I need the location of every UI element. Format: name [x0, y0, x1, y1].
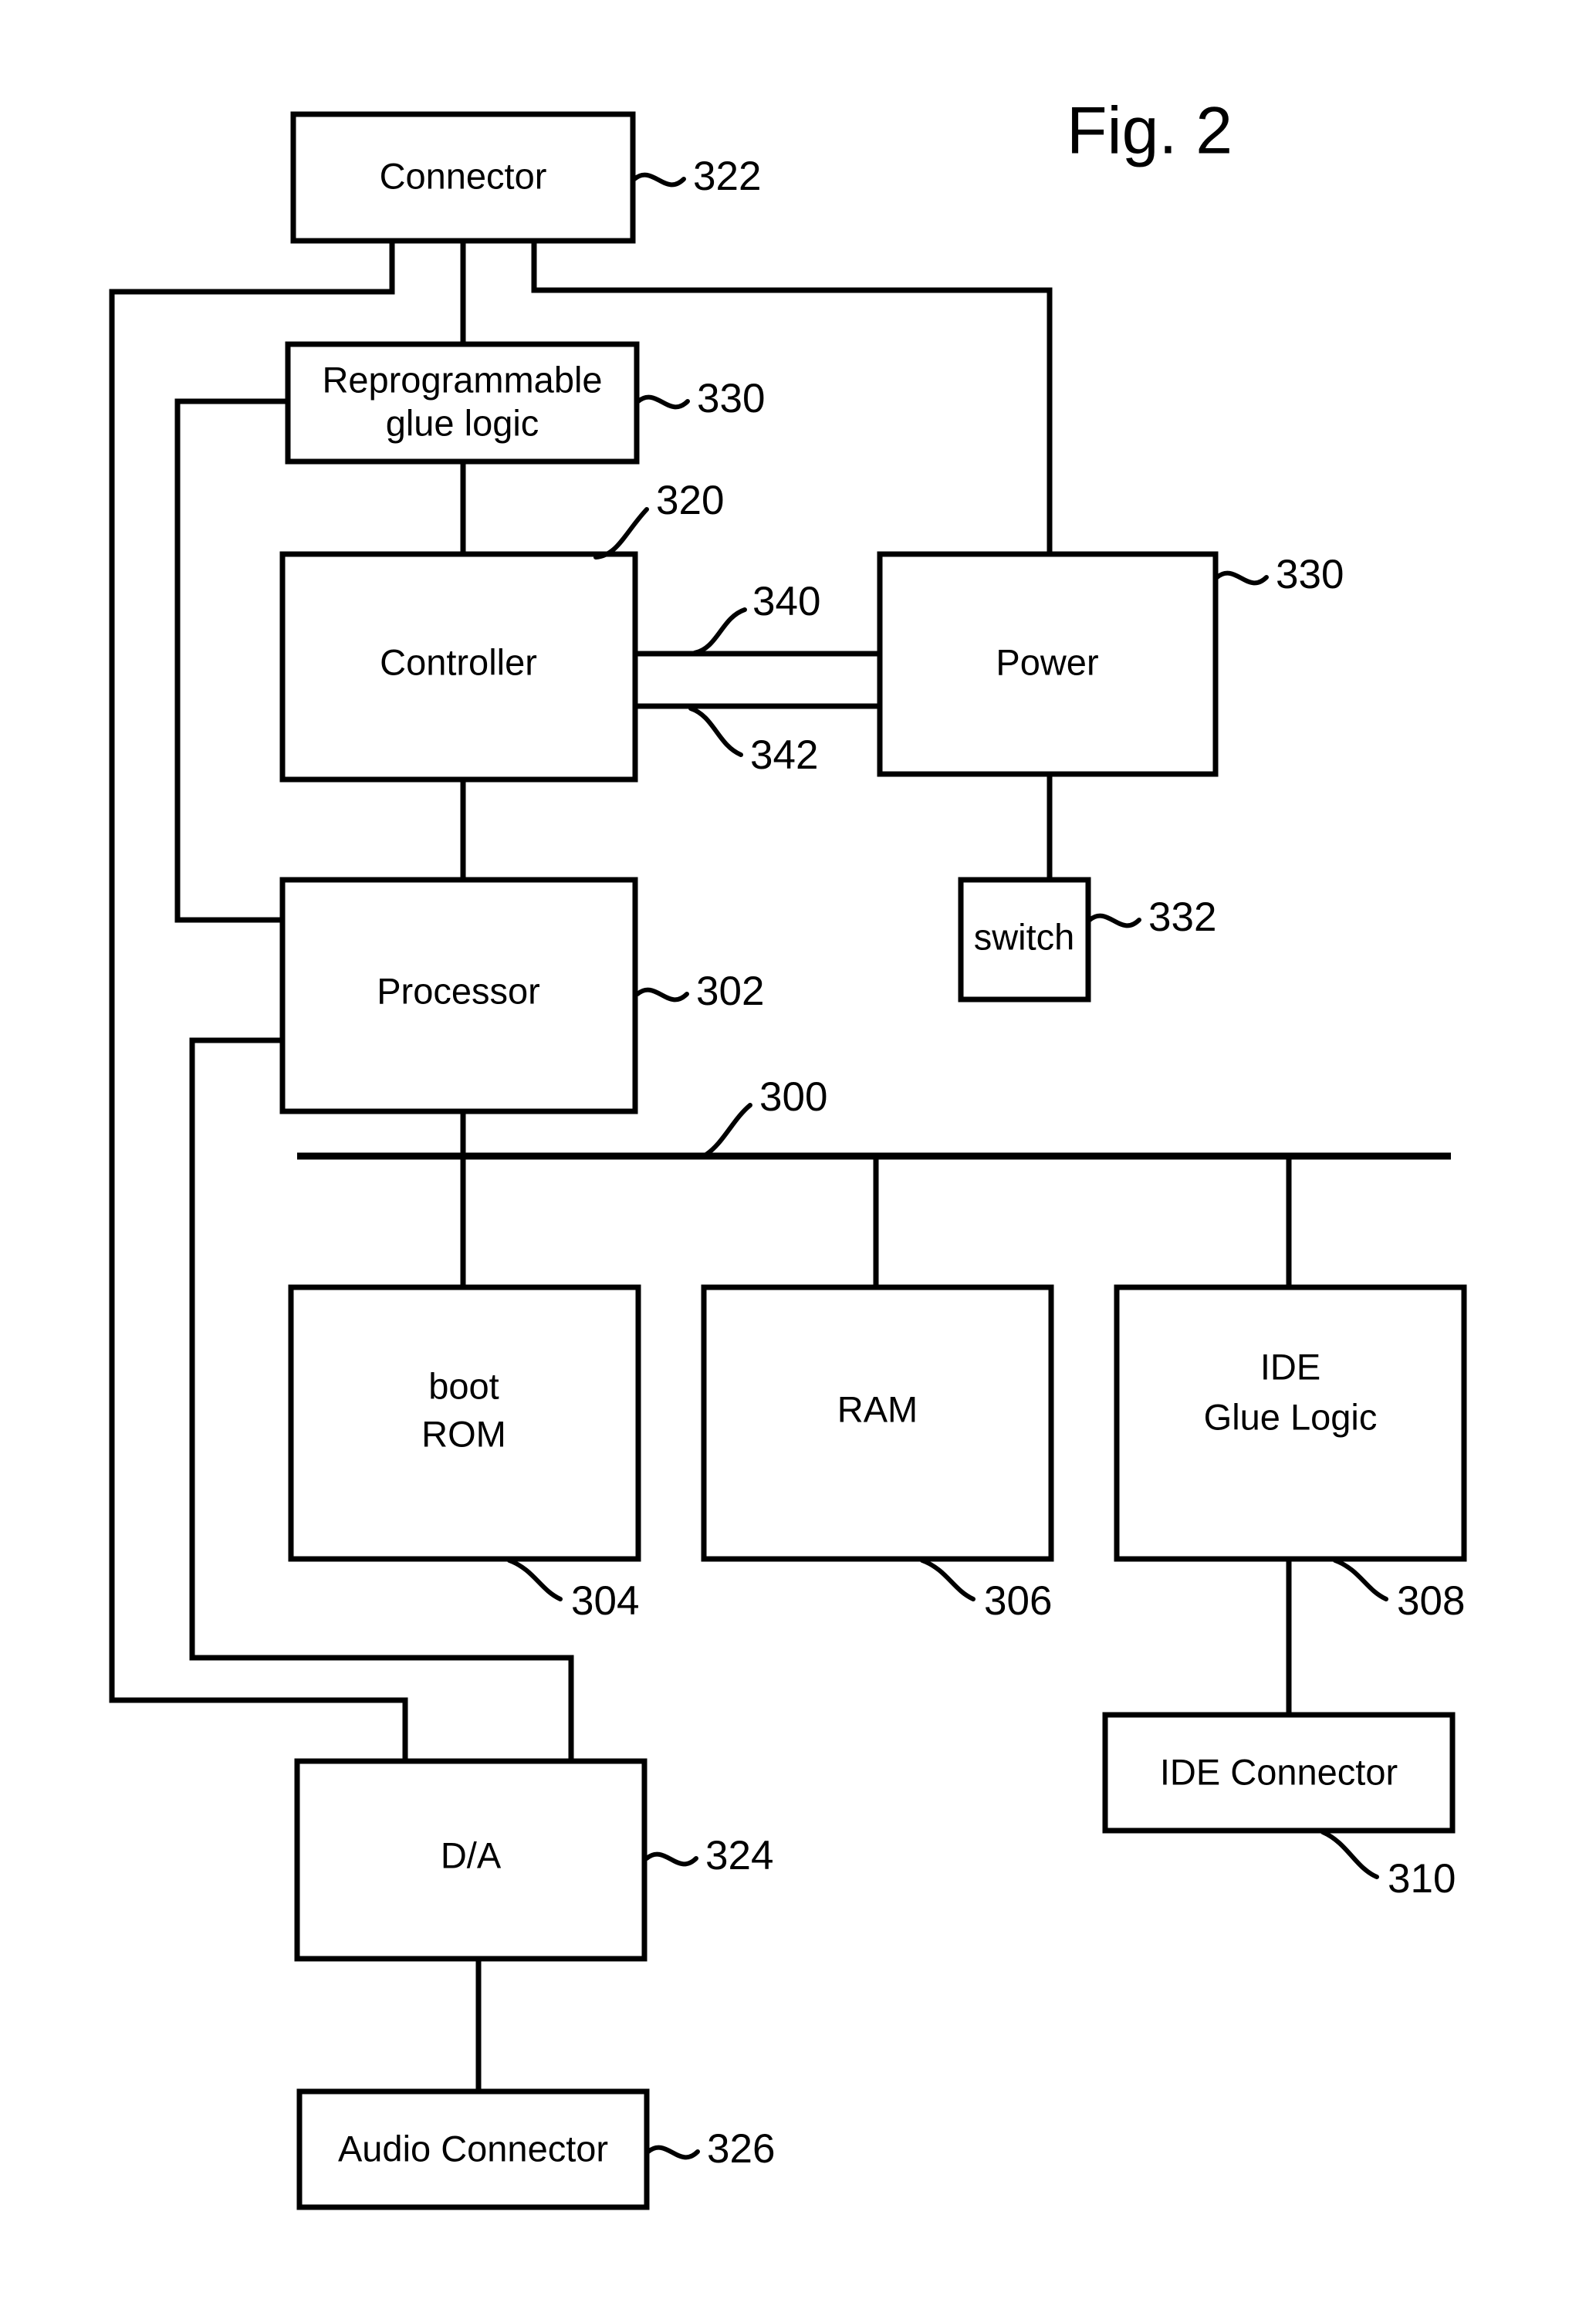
block-connector-label: Connector — [380, 155, 547, 196]
leader-310 — [1320, 1830, 1379, 1879]
block-controller[interactable]: Controller — [279, 551, 638, 783]
ref-number-304: 304 — [571, 1578, 639, 1624]
leader-308 — [1333, 1558, 1388, 1601]
ref-number-326: 326 — [707, 2126, 775, 2172]
ref-number-330-power: 330 — [1276, 552, 1344, 597]
block-controller-label: Controller — [380, 641, 537, 682]
leader-302 — [635, 987, 689, 1003]
leader-304 — [507, 1558, 563, 1601]
block-da[interactable]: D/A — [294, 1758, 648, 1962]
block-ide-glue-logic[interactable]: IDE Glue Logic — [1114, 1284, 1467, 1562]
ref-number-342: 342 — [750, 732, 818, 778]
block-reprogrammable-glue-logic-label-line2: glue logic — [386, 402, 539, 443]
leader-300 — [704, 1103, 752, 1157]
figure-canvas: Connector 322 Reprogrammable glue logic … — [0, 0, 1596, 2306]
leader-326 — [646, 2145, 700, 2160]
ref-number-308: 308 — [1397, 1578, 1465, 1624]
leader-330-glue — [636, 394, 690, 410]
ref-number-324: 324 — [705, 1833, 773, 1878]
ref-number-306: 306 — [984, 1578, 1052, 1624]
leader-332 — [1087, 913, 1141, 928]
block-boot-rom[interactable]: boot ROM — [288, 1284, 641, 1562]
block-ide-connector[interactable]: IDE Connector — [1102, 1712, 1456, 1834]
block-reprogrammable-glue-logic-label-line1: Reprogrammable — [322, 359, 602, 400]
ref-number-310: 310 — [1388, 1856, 1456, 1902]
ref-number-322: 322 — [693, 154, 761, 199]
wire-glue-logic-to-processor — [174, 398, 288, 923]
leader-342 — [688, 706, 743, 757]
leader-320 — [593, 507, 649, 560]
block-boot-rom-label-line1: boot — [428, 1365, 499, 1406]
leader-330-power — [1215, 570, 1269, 586]
block-ide-glue-logic-label-line1: IDE — [1260, 1346, 1320, 1387]
leader-322 — [632, 172, 686, 188]
figure-title: Fig. 2 — [1067, 94, 1233, 168]
block-ram[interactable]: RAM — [701, 1284, 1054, 1562]
ref-number-302: 302 — [696, 969, 764, 1014]
block-da-label: D/A — [441, 1834, 502, 1875]
ref-number-300: 300 — [759, 1074, 827, 1120]
block-ide-glue-logic-label-line2: Glue Logic — [1204, 1396, 1378, 1437]
block-processor-label: Processor — [377, 970, 540, 1011]
block-power-label: Power — [996, 641, 1098, 682]
block-boot-rom-label-line2: ROM — [421, 1413, 506, 1454]
block-ide-connector-label: IDE Connector — [1160, 1751, 1398, 1792]
block-switch-label: switch — [974, 916, 1075, 957]
ref-number-330-glue: 330 — [697, 376, 765, 421]
block-diagram-svg: Connector 322 Reprogrammable glue logic … — [109, 94, 1467, 2210]
leader-306 — [920, 1558, 976, 1601]
block-power[interactable]: Power — [877, 551, 1219, 777]
block-ram-label: RAM — [837, 1388, 918, 1429]
block-audio-connector[interactable]: Audio Connector — [296, 2088, 650, 2210]
block-switch[interactable]: switch — [958, 877, 1091, 1003]
ref-number-340: 340 — [752, 579, 820, 624]
leader-324 — [644, 1851, 698, 1867]
block-processor[interactable]: Processor — [279, 877, 638, 1114]
block-audio-connector-label: Audio Connector — [338, 2128, 608, 2169]
leader-340 — [692, 607, 747, 655]
block-reprogrammable-glue-logic[interactable]: Reprogrammable glue logic — [285, 341, 640, 465]
ref-number-332: 332 — [1148, 894, 1216, 940]
ref-number-320: 320 — [656, 478, 724, 523]
block-connector[interactable]: Connector — [290, 111, 636, 244]
